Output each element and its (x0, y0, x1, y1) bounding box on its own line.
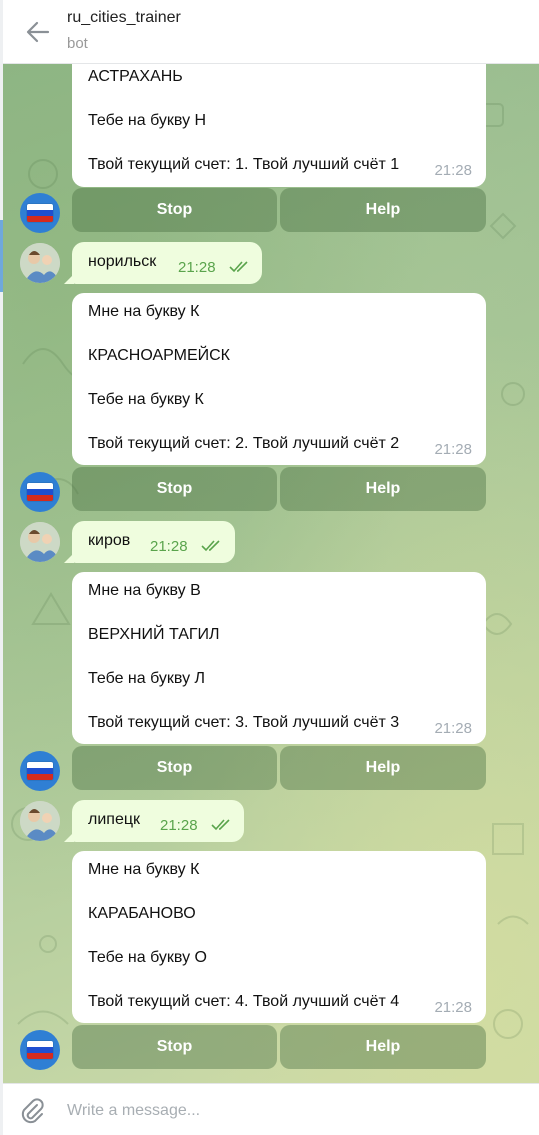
bot-message: Мне на букву В ВЕРХНИЙ ТАГИЛ Тебе на бук… (72, 572, 486, 744)
message-line: Мне на букву К (88, 303, 200, 320)
stop-button[interactable]: Stop (72, 746, 277, 790)
bubble-tail (64, 274, 74, 284)
russian-flag-icon (27, 762, 53, 780)
message-line: Мне на букву В (88, 582, 201, 599)
user-message: киров 21:28 (64, 521, 235, 563)
message-time: 21:28 (434, 720, 472, 737)
user-avatar[interactable] (20, 243, 60, 283)
double-check-icon (211, 819, 230, 831)
message-time: 21:28 (434, 162, 472, 179)
bot-avatar[interactable] (20, 1030, 60, 1070)
message-input[interactable] (67, 1097, 507, 1125)
stop-button[interactable]: Stop (72, 467, 277, 511)
message-line: КАРАБАНОВО (88, 905, 196, 922)
message-line: АСТРАХАНЬ (88, 68, 183, 85)
chat-header: ru_cities_trainer bot (3, 0, 539, 64)
bubble-tail (64, 832, 74, 842)
russian-flag-icon (27, 204, 53, 222)
user-photo-icon (20, 522, 60, 562)
user-message-text: норильск (88, 253, 157, 270)
bot-message: Мне на букву К КРАСНОАРМЕЙСК Тебе на бук… (72, 293, 486, 465)
bot-avatar[interactable] (20, 193, 60, 233)
message-time: 21:28 (150, 538, 188, 555)
bot-avatar[interactable] (20, 751, 60, 791)
bubble-tail (64, 553, 74, 563)
message-composer (3, 1083, 539, 1135)
message-list[interactable]: АСТРАХАНЬ Тебе на букву Н Твой текущий с… (3, 64, 539, 1083)
message-line: Твой текущий счет: 2. Твой лучший счёт 2 (88, 435, 400, 452)
stop-button[interactable]: Stop (72, 188, 277, 232)
user-message-text: киров (88, 532, 131, 549)
help-button[interactable]: Help (280, 746, 486, 790)
paperclip-icon[interactable] (18, 1097, 46, 1125)
help-button[interactable]: Help (280, 467, 486, 511)
message-line: Тебе на букву О (88, 949, 207, 966)
user-message: норильск 21:28 (64, 242, 262, 284)
user-avatar[interactable] (20, 801, 60, 841)
message-line: Твой текущий счет: 4. Твой лучший счёт 4 (88, 993, 400, 1010)
message-line: Тебе на букву Л (88, 670, 206, 687)
chat-subtitle: bot (67, 35, 88, 52)
message-time: 21:28 (434, 999, 472, 1016)
chat-title[interactable]: ru_cities_trainer (67, 9, 181, 27)
message-line: Мне на букву К (88, 861, 200, 878)
double-check-icon (229, 261, 248, 273)
message-time: 21:28 (178, 259, 216, 276)
message-line: Тебе на букву Н (88, 112, 207, 129)
message-line: Твой текущий счет: 3. Твой лучший счёт 3 (88, 714, 400, 731)
message-line: Тебе на букву К (88, 391, 204, 408)
russian-flag-icon (27, 1041, 53, 1059)
help-button[interactable]: Help (280, 1025, 486, 1069)
bot-message: АСТРАХАНЬ Тебе на букву Н Твой текущий с… (72, 64, 486, 187)
stop-button[interactable]: Stop (72, 1025, 277, 1069)
user-photo-icon (20, 801, 60, 841)
message-line: КРАСНОАРМЕЙСК (88, 347, 230, 364)
message-line: Твой текущий счет: 1. Твой лучший счёт 1 (88, 156, 400, 173)
bot-message: Мне на букву К КАРАБАНОВО Тебе на букву … (72, 851, 486, 1023)
message-time: 21:28 (434, 441, 472, 458)
user-message: липецк 21:28 (64, 800, 244, 842)
message-time: 21:28 (160, 817, 198, 834)
bot-avatar[interactable] (20, 472, 60, 512)
arrow-left-icon[interactable] (23, 18, 53, 46)
user-avatar[interactable] (20, 522, 60, 562)
help-button[interactable]: Help (280, 188, 486, 232)
user-message-text: липецк (88, 811, 140, 828)
russian-flag-icon (27, 483, 53, 501)
message-line: ВЕРХНИЙ ТАГИЛ (88, 626, 220, 643)
user-photo-icon (20, 243, 60, 283)
double-check-icon (201, 540, 220, 552)
